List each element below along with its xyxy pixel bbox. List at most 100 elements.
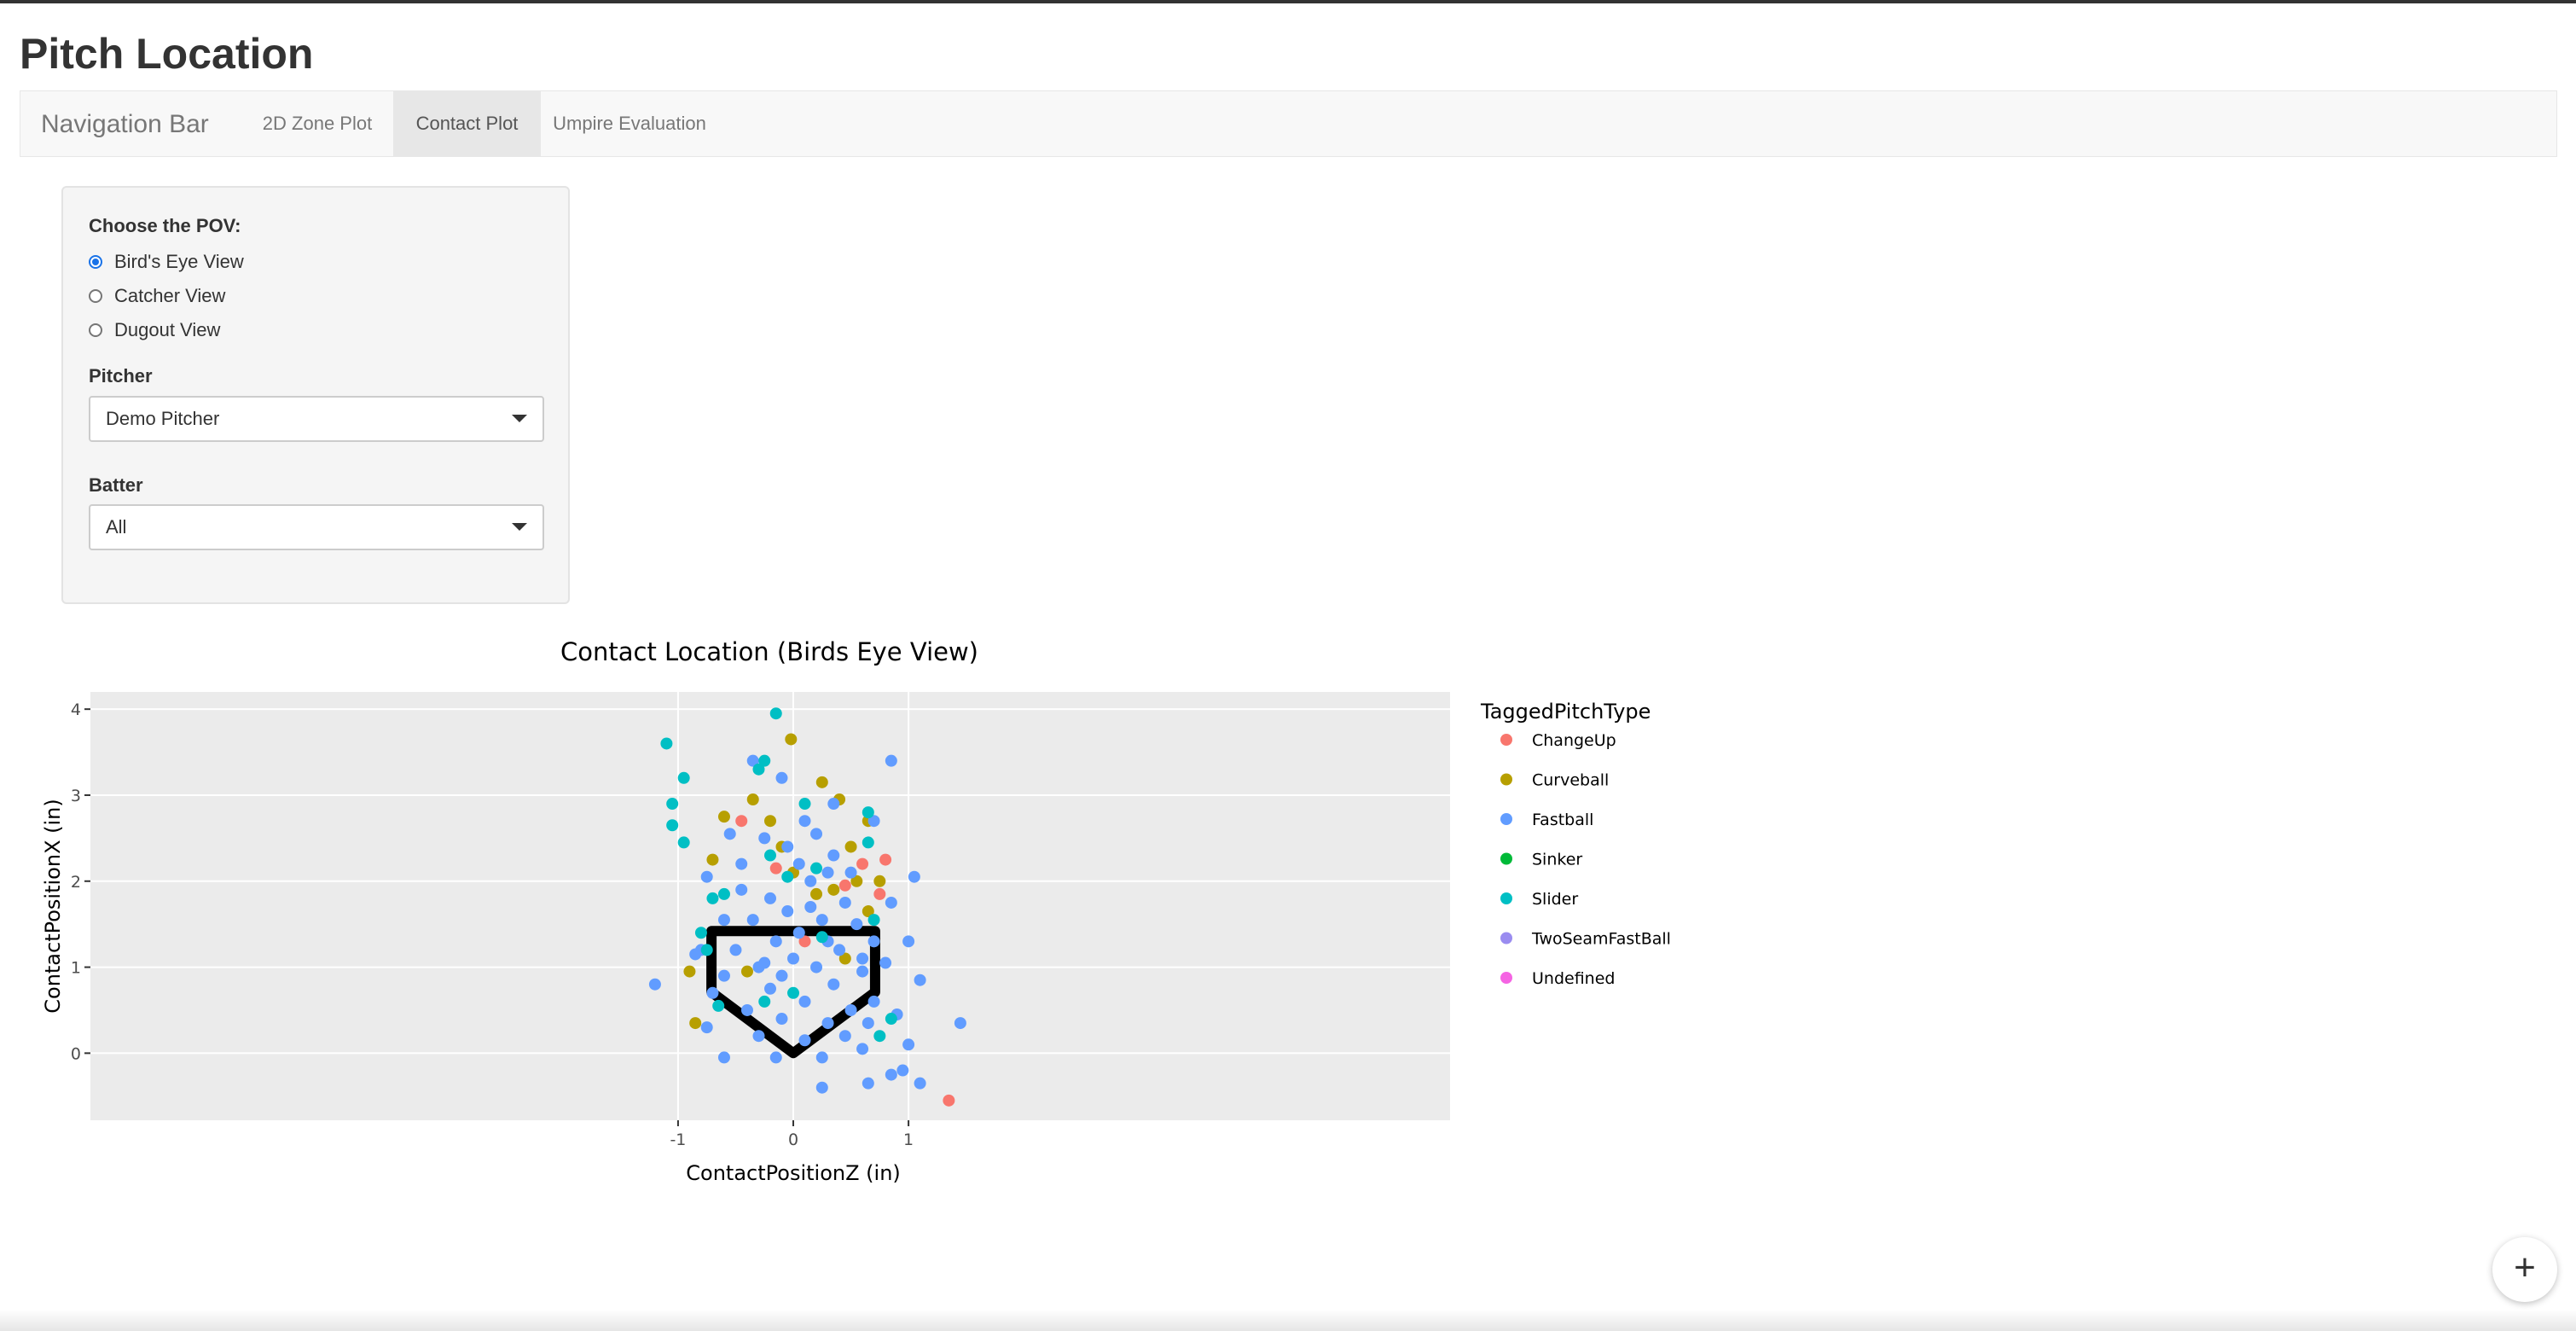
data-point-slider <box>677 836 690 849</box>
legend-label-curveball: Curveball <box>1532 771 1609 790</box>
data-point-fastball <box>700 870 713 883</box>
data-point-fastball <box>821 1017 834 1030</box>
pitcher-select[interactable]: Demo Pitcher <box>89 396 544 442</box>
data-point-fastball <box>879 956 892 969</box>
data-point-fastball <box>815 1081 828 1094</box>
data-point-curveball <box>815 776 828 788</box>
page-title: Pitch Location <box>20 30 314 78</box>
data-point-fastball <box>833 944 846 956</box>
x-tick-label: -1 <box>670 1130 686 1149</box>
data-point-fastball <box>792 927 805 939</box>
data-point-fastball <box>827 978 840 991</box>
batter-select[interactable]: All <box>89 504 544 550</box>
data-point-fastball <box>792 857 805 870</box>
data-point-fastball <box>810 961 823 974</box>
data-point-fastball <box>885 754 897 767</box>
data-point-fastball <box>775 969 788 982</box>
navbar-brand[interactable]: Navigation Bar <box>41 91 209 158</box>
data-point-fastball <box>752 1030 765 1043</box>
data-point-curveball <box>764 815 776 828</box>
data-point-slider <box>752 763 765 776</box>
data-point-fastball <box>775 1013 788 1026</box>
data-point-slider <box>712 999 725 1012</box>
y-tick-label: 2 <box>71 873 81 892</box>
data-point-changeup <box>856 857 869 870</box>
data-point-fastball <box>717 914 730 927</box>
data-point-fastball <box>914 1077 926 1090</box>
data-point-fastball <box>735 857 748 870</box>
data-point-fastball <box>850 918 863 931</box>
tab-umpire-evaluation[interactable]: Umpire Evaluation <box>541 91 718 156</box>
data-point-fastball <box>867 935 880 948</box>
data-point-curveball <box>844 840 857 853</box>
data-point-slider <box>867 914 880 927</box>
data-point-changeup <box>879 853 892 866</box>
y-tick-label: 4 <box>71 700 81 719</box>
radio-button[interactable] <box>89 323 102 337</box>
pov-option-catcher[interactable]: Catcher View <box>89 283 225 309</box>
data-point-fastball <box>856 1043 869 1055</box>
data-point-slider <box>666 798 679 811</box>
legend: TaggedPitchType ChangeUp Curveball Fastbal… <box>1480 700 1671 988</box>
data-point-changeup <box>943 1094 955 1107</box>
data-point-fastball <box>862 1017 874 1030</box>
batter-select-value: All <box>106 516 127 538</box>
data-point-fastball <box>856 952 869 965</box>
data-point-fastball <box>856 965 869 978</box>
tab-2d-zone-plot[interactable]: 2D Zone Plot <box>241 91 393 156</box>
legend-label-changeup: ChangeUp <box>1532 731 1616 750</box>
data-point-fastball <box>769 1051 782 1064</box>
sidebar-panel: Choose the POV: Bird's Eye View Catcher … <box>61 186 570 604</box>
data-point-slider <box>862 806 874 819</box>
data-point-fastball <box>798 815 811 828</box>
data-point-curveball <box>740 965 753 978</box>
legend-title: TaggedPitchType <box>1480 700 1651 724</box>
legend-label-twoseamfastball: TwoSeamFastBall <box>1531 930 1671 949</box>
data-point-fastball <box>815 1051 828 1064</box>
radio-button-checked[interactable] <box>89 255 102 269</box>
plus-icon[interactable]: + <box>2492 1237 2557 1302</box>
data-point-slider <box>694 927 707 939</box>
data-point-fastball <box>821 866 834 879</box>
data-point-fastball <box>885 1068 897 1081</box>
data-point-slider <box>764 849 776 862</box>
data-point-slider <box>700 944 713 956</box>
data-point-fastball <box>798 995 811 1008</box>
data-point-slider <box>769 707 782 720</box>
legend-label-undefined: Undefined <box>1532 969 1615 988</box>
pitcher-select-value: Demo Pitcher <box>106 408 220 429</box>
data-point-fastball <box>902 1038 915 1051</box>
batter-label: Batter <box>89 474 143 496</box>
pov-option-birds-eye[interactable]: Bird's Eye View <box>89 249 244 275</box>
chevron-down-icon <box>512 523 527 531</box>
legend-key-undefined <box>1500 972 1512 984</box>
pov-label: Choose the POV: <box>89 215 241 236</box>
data-point-fastball <box>775 771 788 784</box>
radio-button[interactable] <box>89 289 102 303</box>
data-point-fastball <box>844 866 857 879</box>
data-point-fastball <box>838 896 851 909</box>
pov-option-dugout[interactable]: Dugout View <box>89 317 220 343</box>
data-point-slider <box>677 771 690 784</box>
pov-option-label: Dugout View <box>114 319 221 340</box>
legend-label-slider: Slider <box>1532 890 1578 909</box>
tab-contact-plot[interactable]: Contact Plot <box>393 91 541 156</box>
data-point-changeup <box>769 862 782 875</box>
y-tick-label: 0 <box>71 1044 81 1063</box>
data-point-fastball <box>769 935 782 948</box>
data-point-curveball <box>746 793 759 806</box>
data-point-fastball <box>862 1077 874 1090</box>
data-point-fastball <box>764 892 776 904</box>
legend-key-sinker <box>1500 852 1512 865</box>
data-point-curveball <box>689 1017 702 1030</box>
data-point-fastball <box>908 870 920 883</box>
data-point-fastball <box>781 840 794 853</box>
y-tick-label: 3 <box>71 787 81 805</box>
data-point-fastball <box>827 798 840 811</box>
data-point-fastball <box>735 883 748 896</box>
data-point-fastball <box>729 944 742 956</box>
contact-plot: Contact Location (Birds Eye View) 0 1 2 3 4 -… <box>41 637 1671 1185</box>
window-top-border <box>0 0 2576 3</box>
data-point-fastball <box>648 978 661 991</box>
data-point-slider <box>810 862 823 875</box>
